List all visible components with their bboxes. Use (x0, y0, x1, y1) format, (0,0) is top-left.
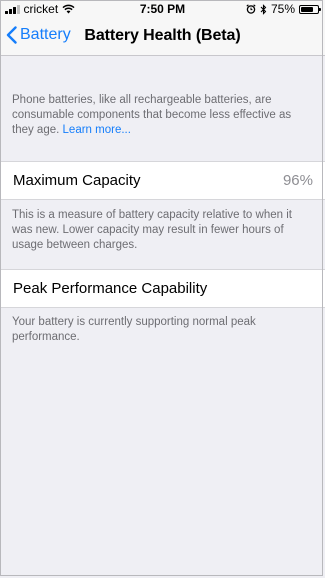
peak-performance-footer: Your battery is currently supporting nor… (12, 316, 256, 343)
maximum-capacity-value: 96% (282, 172, 313, 189)
navigation-bar: Battery Battery Health (Beta) (0, 18, 325, 56)
intro-text: Phone batteries, like all rechargeable b… (12, 94, 292, 136)
battery-percent: 75% (270, 2, 295, 16)
status-right: 75% (246, 2, 321, 16)
alarm-icon (246, 4, 256, 14)
maximum-capacity-cell: Maximum Capacity 96% (0, 161, 325, 200)
peak-performance-label: Peak Performance Capability (13, 280, 208, 297)
maximum-capacity-footer: This is a measure of battery capacity re… (12, 209, 292, 251)
bluetooth-icon (260, 3, 267, 15)
peak-performance-cell: Peak Performance Capability (0, 269, 325, 308)
intro-description: Phone batteries, like all rechargeable b… (12, 93, 312, 138)
page-title: Battery Health (Beta) (84, 27, 241, 44)
learn-more-link[interactable]: Learn more... (63, 124, 131, 136)
battery-icon (299, 4, 321, 14)
status-bar: cricket 7:50 PM 75% (0, 0, 325, 18)
battery-fill (301, 6, 313, 12)
maximum-capacity-label: Maximum Capacity (13, 172, 141, 189)
